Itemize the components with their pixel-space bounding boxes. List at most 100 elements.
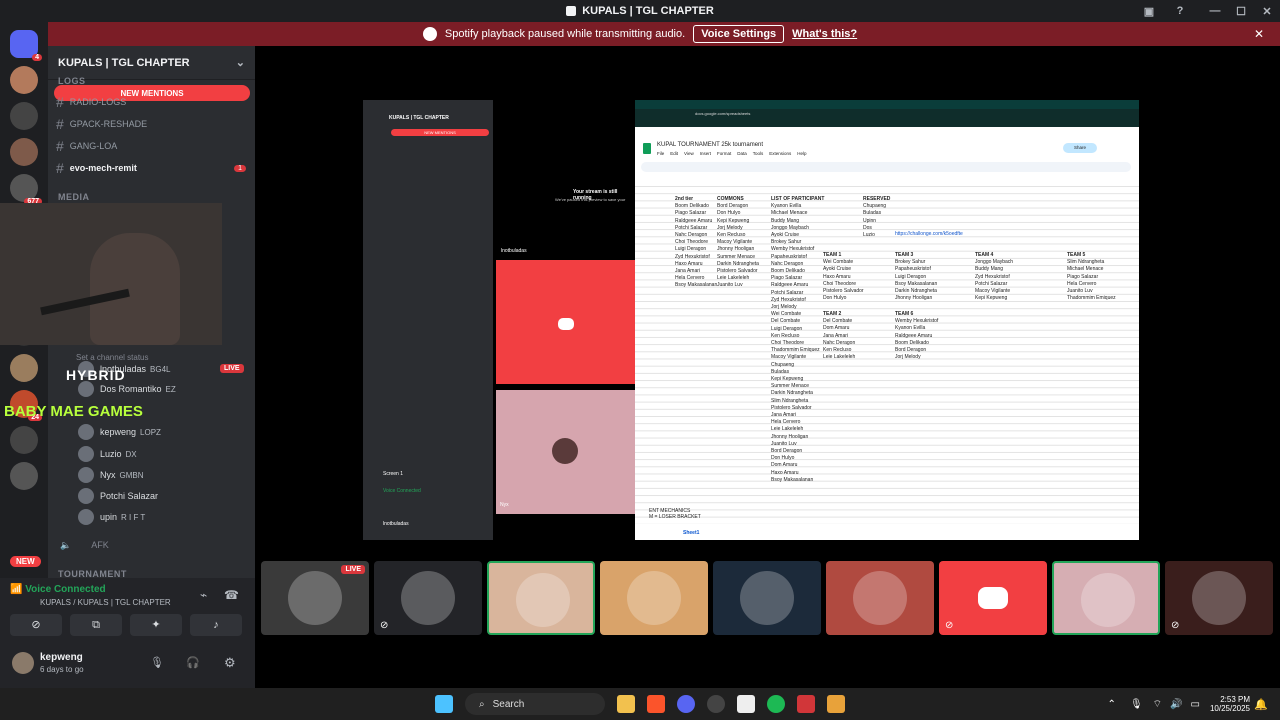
discord-icon[interactable] xyxy=(677,695,695,713)
sheet-cell[interactable]: Kyanon Evilla xyxy=(771,203,801,209)
menu-item[interactable]: Insert xyxy=(700,151,711,156)
sheet-cell[interactable]: Del Combate xyxy=(823,318,852,324)
sheet-cell[interactable]: Buladas xyxy=(863,210,881,216)
sheet-cell[interactable]: https://challonge.com/k5oedfte xyxy=(895,231,963,237)
sheet-cell[interactable]: Zyd Hexukristof xyxy=(771,297,806,303)
mic-icon[interactable]: 🎙 xyxy=(1130,699,1143,710)
sheet-cell[interactable]: Ken Recluso xyxy=(823,347,851,353)
obs-icon[interactable] xyxy=(707,695,725,713)
sheet-cell[interactable]: Jhonny Hooligan xyxy=(771,434,808,440)
disconnect-icon[interactable]: ☎ xyxy=(224,588,239,602)
sheet-cell[interactable]: Luigi Deragon xyxy=(771,326,802,332)
sheet-cell[interactable]: Leie Lakeleleh xyxy=(717,275,749,281)
sheet-cell[interactable]: Don Hulyo xyxy=(717,210,740,216)
channel-radio-logs[interactable]: # RADIO-LOGS xyxy=(56,92,246,112)
voice-member[interactable]: Luzio DX xyxy=(78,445,137,463)
activities-button[interactable]: ✦ xyxy=(130,614,182,636)
gear-icon[interactable]: ⚙ xyxy=(224,655,236,671)
sheet-cell[interactable]: Wei Combate xyxy=(823,259,853,265)
sheet-cell[interactable]: Pistolero Salvador xyxy=(771,405,812,411)
sheet-cell[interactable]: Haxo Amaru xyxy=(771,470,799,476)
sheet-cell[interactable]: Papaheuskristof xyxy=(895,266,931,272)
sheet-cell[interactable]: Hela Cervero xyxy=(771,419,800,425)
sheet-cell[interactable]: Ayoki Cruise xyxy=(771,232,799,238)
sheet-cell[interactable]: RESERVED xyxy=(863,196,890,202)
menu-item[interactable]: Data xyxy=(737,151,747,156)
sheet-cell[interactable]: Jana Amari xyxy=(675,268,700,274)
spotify-icon[interactable] xyxy=(767,695,785,713)
voice-channel[interactable]: KUPALS / KUPALS | TGL CHAPTER xyxy=(40,598,171,607)
notification-icon[interactable]: 🔔 xyxy=(1254,698,1268,711)
sheet-cell[interactable]: TEAM 1 xyxy=(823,252,841,258)
sheet-cell[interactable]: Thadommim Emiquez xyxy=(771,347,820,353)
sheet-cell[interactable]: Bsoy Makasalanan xyxy=(771,477,813,483)
sheet-cell[interactable]: Jhonny Hooligan xyxy=(717,246,754,252)
sheet-cell[interactable]: Darkin Ndrangheta xyxy=(895,288,937,294)
sheet-cell[interactable]: Nahc Deragon xyxy=(771,261,803,267)
sheet-cell[interactable]: 2nd tier xyxy=(675,196,693,202)
sheet-cell[interactable]: Buddy Mang xyxy=(975,266,1003,272)
sheet-cell[interactable]: Upinn xyxy=(863,218,876,224)
participant-tile[interactable] xyxy=(713,561,821,635)
sheet-cell[interactable]: Juanito Luv xyxy=(771,441,797,447)
headphones-icon[interactable]: 🎧 xyxy=(186,656,200,669)
menu-item[interactable]: Help xyxy=(797,151,806,156)
volume-icon[interactable]: 🔊 xyxy=(1170,699,1182,710)
sheet-cell[interactable]: Del Combate xyxy=(771,318,800,324)
close-banner-icon[interactable]: ✕ xyxy=(1254,27,1264,41)
sheet-cell[interactable]: Macoy Vigilante xyxy=(771,354,806,360)
participant-tile[interactable]: ⊘ xyxy=(374,561,482,635)
sheet-cell[interactable]: Luigi Deragon xyxy=(895,274,926,280)
sheet-cell[interactable]: Bord Deragon xyxy=(717,203,748,209)
channel-gpack-reshade[interactable]: # GPACK-RESHADE xyxy=(56,114,246,134)
sheet-cell[interactable]: Haxo Amaru xyxy=(675,261,703,267)
sheet-cell[interactable]: Wemby Hexukristof xyxy=(771,246,814,252)
sheet-cell[interactable]: Thadommim Emiquez xyxy=(1067,295,1116,301)
sheet-cell[interactable]: Choi Theodore xyxy=(823,281,856,287)
menu-item[interactable]: Tools xyxy=(753,151,764,156)
sheet-cell[interactable]: Piago Salazar xyxy=(1067,274,1098,280)
soundboard-button[interactable]: ♪ xyxy=(190,614,242,636)
sheet-cell[interactable]: Summer Menace xyxy=(771,383,809,389)
participant-tile[interactable] xyxy=(600,561,708,635)
help-icon[interactable]: ? xyxy=(1167,0,1193,22)
participant-tile[interactable] xyxy=(487,561,595,635)
channel-gang-loa[interactable]: # GANG-LOA xyxy=(56,136,246,156)
sheet-cell[interactable]: Haxo Amaru xyxy=(823,274,851,280)
sheet-cell[interactable]: Luzio xyxy=(863,232,875,238)
sheet-cell[interactable]: Darkin Ndrangheta xyxy=(771,390,813,396)
sheet-cell[interactable]: Boom Delikado xyxy=(675,203,709,209)
sheet-cell[interactable]: Jorj Melody xyxy=(771,304,797,310)
sheet-cell[interactable]: COMMONS xyxy=(717,196,744,202)
sheet-cell[interactable]: Jhonny Hooligan xyxy=(895,295,932,301)
menu-item[interactable]: View xyxy=(684,151,694,156)
server-icon[interactable]: 677 xyxy=(10,174,42,205)
server-icon[interactable] xyxy=(10,102,38,130)
sheet-cell[interactable]: Choi Theodore xyxy=(771,340,804,346)
participant-tile[interactable]: ⊘ xyxy=(1165,561,1273,635)
server-header[interactable]: KUPALS | TGL CHAPTER ⌄ xyxy=(48,46,255,80)
sheet-cell[interactable]: Nahc Deragon xyxy=(675,232,707,238)
sheet-cell[interactable]: Buddy Mang xyxy=(771,218,799,224)
doc-title[interactable]: KUPAL TOURNAMENT 25k tournament xyxy=(657,142,763,148)
sheet-cell[interactable]: Jana Amari xyxy=(771,412,796,418)
sheet-cell[interactable]: Pistolero Salvador xyxy=(717,268,758,274)
sheet-cell[interactable]: Macoy Vigilante xyxy=(975,288,1010,294)
voice-member[interactable]: Potchi Salazar xyxy=(78,487,158,505)
sheet-cell[interactable]: Kepi Kepweng xyxy=(717,218,749,224)
participant-tile[interactable]: ⊘ xyxy=(939,561,1047,635)
file-explorer-icon[interactable] xyxy=(617,695,635,713)
system-tray[interactable]: ⌃ 🎙 ⌔ 🔊 ▭ 2:53 PM 10/25/2025 xyxy=(1108,688,1250,720)
participant-tile[interactable] xyxy=(826,561,934,635)
sheet-cell[interactable]: Don Hulyo xyxy=(823,295,846,301)
sheet-cell[interactable]: Jonggo Maybach xyxy=(975,259,1013,265)
sheet-cell[interactable]: Bord Deragon xyxy=(771,448,802,454)
voice-member[interactable]: Nyx GMBN xyxy=(78,466,144,484)
server-icon[interactable]: 4 xyxy=(10,30,42,61)
sheet-cell[interactable]: TEAM 4 xyxy=(975,252,993,258)
sheet-cell[interactable]: Darkin Ndrangheta xyxy=(717,261,759,267)
sheet-cell[interactable]: Raldgeee Amaru xyxy=(895,333,932,339)
participant-tile[interactable] xyxy=(1052,561,1160,635)
sheet-cell[interactable]: Ayoki Cruise xyxy=(823,266,851,272)
sheet-cell[interactable]: Kyanon Evilla xyxy=(895,325,925,331)
